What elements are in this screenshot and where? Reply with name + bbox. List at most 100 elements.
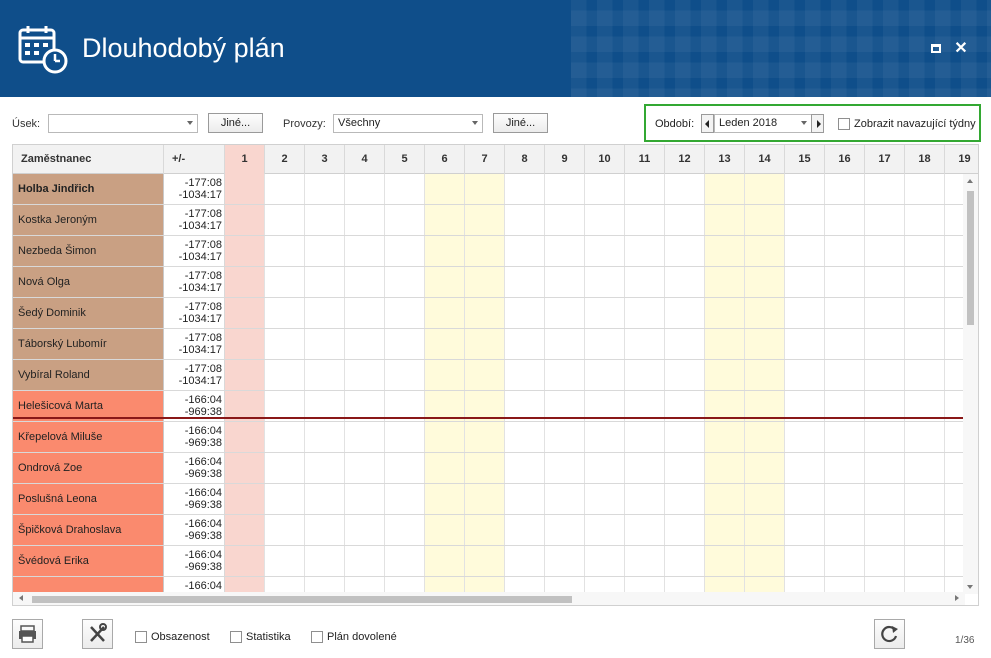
day-cell[interactable] xyxy=(545,515,585,545)
day-cell[interactable] xyxy=(905,174,945,204)
table-row[interactable]: Kostka Jeroným -177:08 -1034:17 xyxy=(13,205,965,236)
day-cell[interactable] xyxy=(585,205,625,235)
day-header[interactable]: 2 xyxy=(265,145,305,174)
day-cell[interactable] xyxy=(345,267,385,297)
day-cell[interactable] xyxy=(585,484,625,514)
day-cell[interactable] xyxy=(345,236,385,266)
day-cell[interactable] xyxy=(505,360,545,390)
day-cell[interactable] xyxy=(825,515,865,545)
day-cell[interactable] xyxy=(265,422,305,452)
day-cell[interactable] xyxy=(825,329,865,359)
day-cell[interactable] xyxy=(705,360,745,390)
day-cell[interactable] xyxy=(625,329,665,359)
day-cell[interactable] xyxy=(345,453,385,483)
day-cell[interactable] xyxy=(505,236,545,266)
day-cell[interactable] xyxy=(585,174,625,204)
day-cell[interactable] xyxy=(225,453,265,483)
day-cell[interactable] xyxy=(265,546,305,576)
day-cell[interactable] xyxy=(465,236,505,266)
day-cell[interactable] xyxy=(345,484,385,514)
day-cell[interactable] xyxy=(425,515,465,545)
table-row[interactable]: Špičková Drahoslava -166:04 -969:38 xyxy=(13,515,965,546)
day-cell[interactable] xyxy=(265,515,305,545)
day-header[interactable]: 9 xyxy=(545,145,585,174)
day-header[interactable]: 7 xyxy=(465,145,505,174)
day-cell[interactable] xyxy=(425,298,465,328)
day-cell[interactable] xyxy=(665,484,705,514)
employee-name[interactable]: Nová Olga xyxy=(13,267,164,297)
vacation-toggle[interactable]: Plán dovolené xyxy=(311,631,397,644)
day-cell[interactable] xyxy=(305,515,345,545)
day-cell[interactable] xyxy=(905,422,945,452)
day-cell[interactable] xyxy=(745,329,785,359)
day-header[interactable]: 6 xyxy=(425,145,465,174)
day-cell[interactable] xyxy=(345,174,385,204)
day-cell[interactable] xyxy=(825,422,865,452)
day-cell[interactable] xyxy=(585,453,625,483)
day-cell[interactable] xyxy=(585,515,625,545)
maximize-button[interactable] xyxy=(927,40,945,58)
day-cell[interactable] xyxy=(345,515,385,545)
day-cell[interactable] xyxy=(705,484,745,514)
employee-name[interactable]: Poslušná Leona xyxy=(13,484,164,514)
day-cell[interactable] xyxy=(505,484,545,514)
day-cell[interactable] xyxy=(865,484,905,514)
day-cell[interactable] xyxy=(505,205,545,235)
day-cell[interactable] xyxy=(505,546,545,576)
day-cell[interactable] xyxy=(305,329,345,359)
day-cell[interactable] xyxy=(265,236,305,266)
day-cell[interactable] xyxy=(625,453,665,483)
day-cell[interactable] xyxy=(665,515,705,545)
day-cell[interactable] xyxy=(825,546,865,576)
day-cell[interactable] xyxy=(625,267,665,297)
day-cell[interactable] xyxy=(825,453,865,483)
day-cell[interactable] xyxy=(305,422,345,452)
day-cell[interactable] xyxy=(625,515,665,545)
day-cell[interactable] xyxy=(465,298,505,328)
day-cell[interactable] xyxy=(545,422,585,452)
day-cell[interactable] xyxy=(505,329,545,359)
day-cell[interactable] xyxy=(385,515,425,545)
day-cell[interactable] xyxy=(345,329,385,359)
day-cell[interactable] xyxy=(305,360,345,390)
employee-name[interactable]: Táborský Lubomír xyxy=(13,329,164,359)
day-cell[interactable] xyxy=(465,205,505,235)
day-cell[interactable] xyxy=(825,360,865,390)
day-cell[interactable] xyxy=(945,205,965,235)
day-header[interactable]: 13 xyxy=(705,145,745,174)
day-cell[interactable] xyxy=(585,236,625,266)
day-cell[interactable] xyxy=(345,422,385,452)
day-cell[interactable] xyxy=(745,360,785,390)
day-header[interactable]: 4 xyxy=(345,145,385,174)
day-cell[interactable] xyxy=(705,236,745,266)
day-cell[interactable] xyxy=(625,484,665,514)
day-cell[interactable] xyxy=(945,515,965,545)
table-row[interactable]: Švédová Erika -166:04 -969:38 xyxy=(13,546,965,577)
day-cell[interactable] xyxy=(225,546,265,576)
day-cell[interactable] xyxy=(745,236,785,266)
day-cell[interactable] xyxy=(225,360,265,390)
day-cell[interactable] xyxy=(465,453,505,483)
day-cell[interactable] xyxy=(425,546,465,576)
day-cell[interactable] xyxy=(625,546,665,576)
day-cell[interactable] xyxy=(625,360,665,390)
day-cell[interactable] xyxy=(665,546,705,576)
day-cell[interactable] xyxy=(305,236,345,266)
day-header[interactable]: 11 xyxy=(625,145,665,174)
day-cell[interactable] xyxy=(905,453,945,483)
day-cell[interactable] xyxy=(825,267,865,297)
provozy-select[interactable]: Všechny xyxy=(333,114,483,133)
day-cell[interactable] xyxy=(945,422,965,452)
day-cell[interactable] xyxy=(745,515,785,545)
day-cell[interactable] xyxy=(785,205,825,235)
day-cell[interactable] xyxy=(705,298,745,328)
day-cell[interactable] xyxy=(225,329,265,359)
day-cell[interactable] xyxy=(385,453,425,483)
day-cell[interactable] xyxy=(705,329,745,359)
day-cell[interactable] xyxy=(785,422,825,452)
day-cell[interactable] xyxy=(225,422,265,452)
day-cell[interactable] xyxy=(305,453,345,483)
day-cell[interactable] xyxy=(425,236,465,266)
day-cell[interactable] xyxy=(905,484,945,514)
day-cell[interactable] xyxy=(665,453,705,483)
